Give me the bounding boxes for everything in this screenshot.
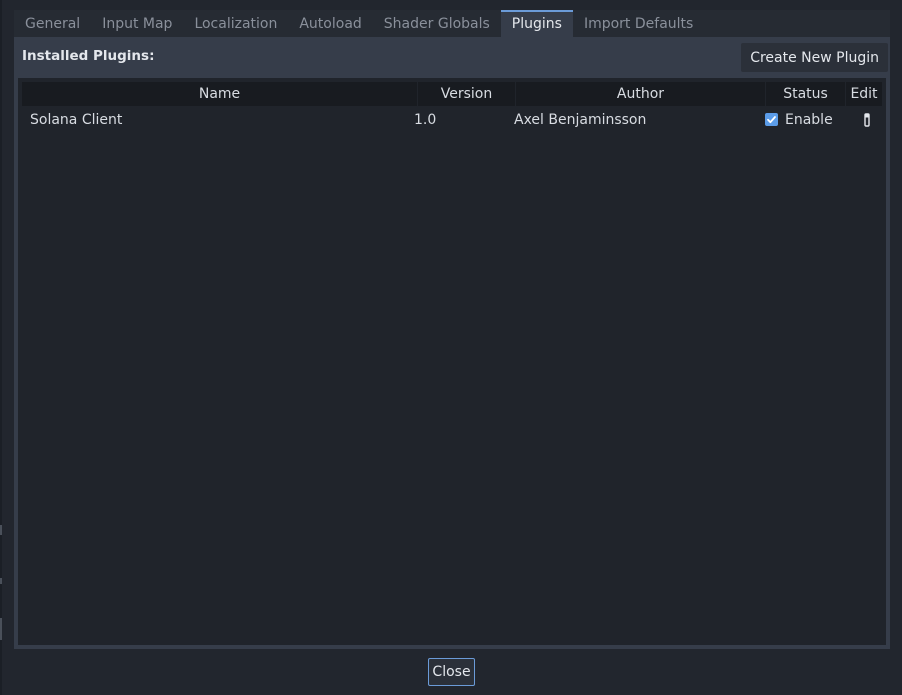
tab-plugins[interactable]: Plugins (500, 10, 573, 37)
enable-checkbox[interactable] (765, 113, 778, 126)
edge-mark (0, 578, 2, 584)
installed-plugins-label: Installed Plugins: (22, 48, 155, 64)
create-new-plugin-button[interactable]: Create New Plugin (741, 43, 888, 72)
plugin-version: 1.0 (414, 111, 437, 128)
plugin-status-toggle[interactable]: Enable (765, 107, 833, 132)
plugins-panel: Installed Plugins: Create New Plugin Nam… (14, 37, 890, 649)
close-button[interactable]: Close (428, 658, 475, 686)
tab-input-map[interactable]: Input Map (91, 10, 183, 37)
edit-plugin-button[interactable] (862, 107, 872, 132)
settings-tab-bar: General Input Map Localization Autoload … (14, 10, 890, 37)
column-header-edit[interactable]: Edit (846, 82, 882, 106)
tab-autoload[interactable]: Autoload (288, 10, 372, 37)
enable-label: Enable (785, 111, 833, 128)
plugin-author: Axel Benjaminsson (514, 111, 647, 128)
table-header: Name Version Author Status Edit (22, 82, 882, 106)
column-header-name[interactable]: Name (22, 82, 418, 106)
plugin-name: Solana Client (30, 111, 123, 128)
edge-mark (0, 618, 2, 640)
tab-shader-globals[interactable]: Shader Globals (373, 10, 501, 37)
tab-general[interactable]: General (14, 10, 91, 37)
checkmark-icon (767, 116, 776, 124)
edge-mark (0, 525, 2, 535)
table-row[interactable]: Solana Client 1.0 Axel Benjaminsson Enab… (22, 107, 882, 132)
tab-import-defaults[interactable]: Import Defaults (573, 10, 704, 37)
column-header-version[interactable]: Version (418, 82, 516, 106)
column-header-status[interactable]: Status (766, 82, 846, 106)
column-header-author[interactable]: Author (516, 82, 766, 106)
edit-icon (864, 112, 870, 127)
tab-localization[interactable]: Localization (183, 10, 288, 37)
window-left-edge (0, 0, 2, 695)
plugins-table: Name Version Author Status Edit Solana C… (18, 78, 886, 645)
